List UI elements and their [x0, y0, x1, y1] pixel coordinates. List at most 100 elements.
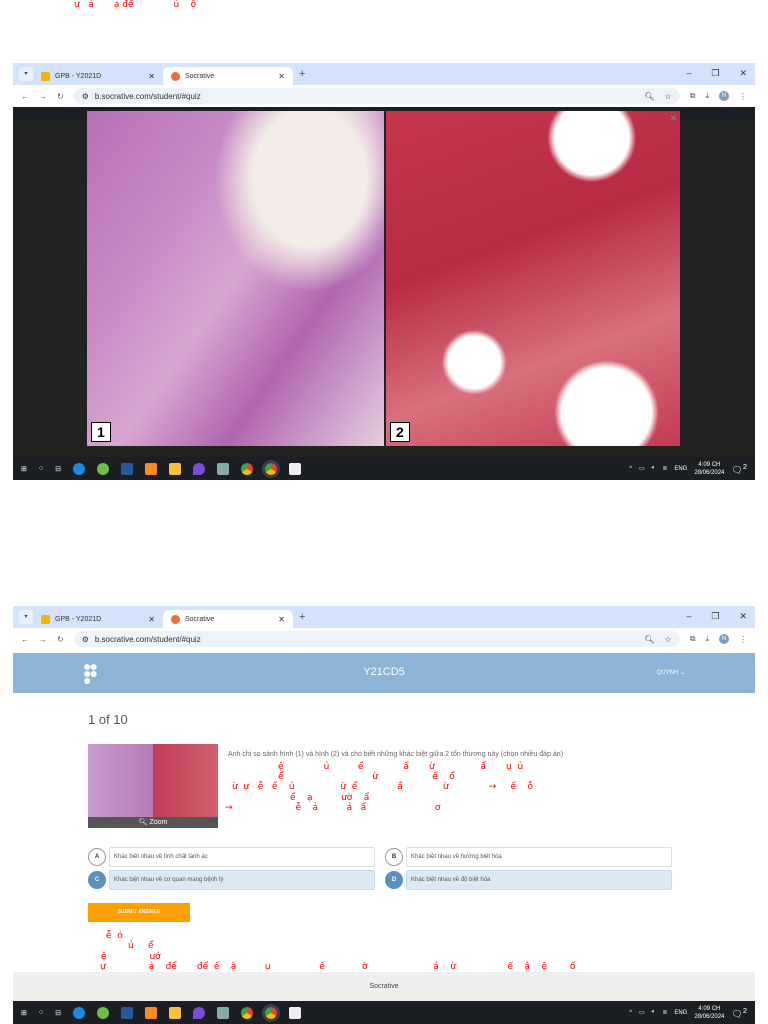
- file-explorer-icon[interactable]: [168, 1006, 181, 1019]
- address-bar[interactable]: ⚙ b.socrative.com/student/#quiz 🔍︎ ☆: [73, 88, 680, 104]
- notification-icon[interactable]: 🗨︎2: [731, 1006, 747, 1020]
- edge-icon[interactable]: [72, 1006, 85, 1019]
- minimize-button[interactable]: –: [686, 68, 691, 79]
- chrome-icon[interactable]: [240, 462, 253, 475]
- foxit-icon[interactable]: [144, 1006, 157, 1019]
- zoom-icon[interactable]: 🔍︎: [644, 635, 654, 644]
- reload-button[interactable]: ↻: [57, 635, 64, 644]
- wifi-icon[interactable]: ≋: [662, 465, 667, 472]
- wifi-icon[interactable]: ≋: [662, 1009, 667, 1016]
- foxit-icon[interactable]: [144, 462, 157, 475]
- download-icon[interactable]: ⤓: [705, 634, 709, 644]
- start-button[interactable]: ⊞: [21, 465, 27, 473]
- close-tab-icon[interactable]: ✕: [148, 615, 155, 624]
- tab-strip: ▾ GPB - Y2021D ✕ Socrative ✕ + – ❐ ✕: [13, 63, 755, 85]
- forward-button[interactable]: →: [39, 635, 47, 644]
- tab-label: GPB - Y2021D: [55, 72, 102, 80]
- task-view-icon[interactable]: ⊟: [55, 1009, 61, 1017]
- menu-icon[interactable]: ⋮: [739, 92, 747, 101]
- address-bar[interactable]: ⚙ b.socrative.com/student/#quiz 🔍︎ ☆: [73, 631, 680, 647]
- word-icon[interactable]: [120, 1006, 133, 1019]
- restore-button[interactable]: ❐: [711, 611, 719, 622]
- user-menu[interactable]: QUYNH ⌄: [657, 669, 685, 676]
- classroom-icon: [41, 71, 50, 81]
- site-info-icon[interactable]: ⚙: [82, 92, 89, 101]
- option-d[interactable]: D Khác biệt nhau về độ biệt hóa: [385, 870, 672, 890]
- close-window-button[interactable]: ✕: [739, 68, 747, 79]
- stray-glyphs: ừ ự ễ ế ủ ừ ể ẩ ừ → ế ỗ: [232, 782, 533, 792]
- question-progress: 1 of 10: [88, 712, 128, 727]
- reload-button[interactable]: ↻: [57, 92, 64, 101]
- tab-socrative[interactable]: Socrative ✕: [163, 67, 293, 85]
- socrative-icon: [171, 614, 180, 624]
- photos-icon[interactable]: [288, 462, 301, 475]
- close-viewer-button[interactable]: ×: [670, 111, 677, 125]
- new-tab-button[interactable]: +: [299, 611, 305, 623]
- clock[interactable]: 4:09 CH 28/06/2024: [694, 461, 724, 477]
- tab-label: GPB - Y2021D: [55, 615, 102, 623]
- battery-icon: ▭: [639, 1010, 645, 1016]
- tab-strip: ▾ GPB - Y2021D ✕ Socrative ✕ + – ❐ ✕: [13, 606, 755, 628]
- option-c[interactable]: C Khác biệt nhau về cơ quan mang bệnh lý: [88, 870, 375, 890]
- option-b[interactable]: B Khác biệt nhau về hướng biệt hóa: [385, 847, 672, 867]
- bookmark-star-icon[interactable]: ☆: [665, 92, 672, 101]
- app-icon[interactable]: [96, 462, 109, 475]
- word-icon[interactable]: [120, 462, 133, 475]
- tab-search-button[interactable]: ▾: [19, 67, 33, 81]
- language-indicator[interactable]: ENG: [674, 1010, 687, 1016]
- extensions-icon[interactable]: ⧉: [690, 634, 696, 644]
- back-button[interactable]: ←: [21, 92, 29, 101]
- chrome-active-icon[interactable]: [261, 1003, 280, 1022]
- question-thumbnail[interactable]: 🔍︎ Zoom: [88, 744, 218, 828]
- search-icon[interactable]: ○: [39, 1009, 43, 1016]
- download-icon[interactable]: ⤓: [705, 91, 709, 101]
- app-icon[interactable]: [192, 462, 205, 475]
- minimize-button[interactable]: –: [686, 611, 691, 622]
- chrome-icon[interactable]: [240, 1006, 253, 1019]
- forward-button[interactable]: →: [39, 92, 47, 101]
- site-info-icon[interactable]: ⚙: [82, 635, 89, 644]
- task-view-icon[interactable]: ⊟: [55, 465, 61, 473]
- zoom-icon[interactable]: 🔍︎: [644, 92, 654, 101]
- notification-icon[interactable]: 🗨︎2: [731, 462, 747, 476]
- volume-icon[interactable]: 🔈︎: [652, 465, 656, 472]
- start-button[interactable]: ⊞: [21, 1009, 27, 1017]
- chrome-active-icon[interactable]: [261, 459, 280, 478]
- search-icon[interactable]: ○: [39, 465, 43, 472]
- close-tab-icon[interactable]: ✕: [278, 615, 285, 624]
- zoom-button[interactable]: 🔍︎ Zoom: [88, 817, 218, 828]
- tab-socrative[interactable]: Socrative ✕: [163, 610, 293, 628]
- clock[interactable]: 4:09 CH 28/06/2024: [694, 1005, 724, 1021]
- menu-icon[interactable]: ⋮: [739, 635, 747, 644]
- stray-glyphs: ự ả ạ để ủ ộ: [74, 0, 197, 10]
- extensions-icon[interactable]: ⧉: [690, 91, 696, 101]
- histology-image-2: 2 ×: [386, 111, 680, 446]
- profile-avatar[interactable]: N: [719, 91, 729, 101]
- new-tab-button[interactable]: +: [299, 68, 305, 80]
- close-tab-icon[interactable]: ✕: [278, 72, 285, 81]
- app-icon[interactable]: [216, 1006, 229, 1019]
- submit-answer-button[interactable]: SUBMIT ANSWER: [88, 903, 190, 922]
- close-window-button[interactable]: ✕: [739, 611, 747, 622]
- profile-avatar[interactable]: N: [719, 634, 729, 644]
- photos-icon[interactable]: [288, 1006, 301, 1019]
- bookmark-star-icon[interactable]: ☆: [665, 635, 672, 644]
- file-explorer-icon[interactable]: [168, 462, 181, 475]
- tray-chevron-icon[interactable]: ^: [629, 1010, 632, 1016]
- close-tab-icon[interactable]: ✕: [148, 72, 155, 81]
- tab-gpb[interactable]: GPB - Y2021D ✕: [33, 610, 163, 628]
- volume-icon[interactable]: 🔈︎: [652, 1009, 656, 1016]
- app-icon[interactable]: [216, 462, 229, 475]
- app-icon[interactable]: [192, 1006, 205, 1019]
- question-text: Anh chị so sánh hình (1) và hình (2) và …: [228, 751, 564, 758]
- restore-button[interactable]: ❐: [711, 68, 719, 79]
- tray-chevron-icon[interactable]: ^: [629, 466, 632, 472]
- back-button[interactable]: ←: [21, 635, 29, 644]
- tab-search-button[interactable]: ▾: [19, 610, 33, 624]
- edge-icon[interactable]: [72, 462, 85, 475]
- app-icon[interactable]: [96, 1006, 109, 1019]
- tab-gpb[interactable]: GPB - Y2021D ✕: [33, 67, 163, 85]
- option-a[interactable]: A Khác biệt nhau về tính chất lành ác: [88, 847, 375, 867]
- language-indicator[interactable]: ENG: [674, 466, 687, 472]
- tab-label: Socrative: [185, 615, 215, 623]
